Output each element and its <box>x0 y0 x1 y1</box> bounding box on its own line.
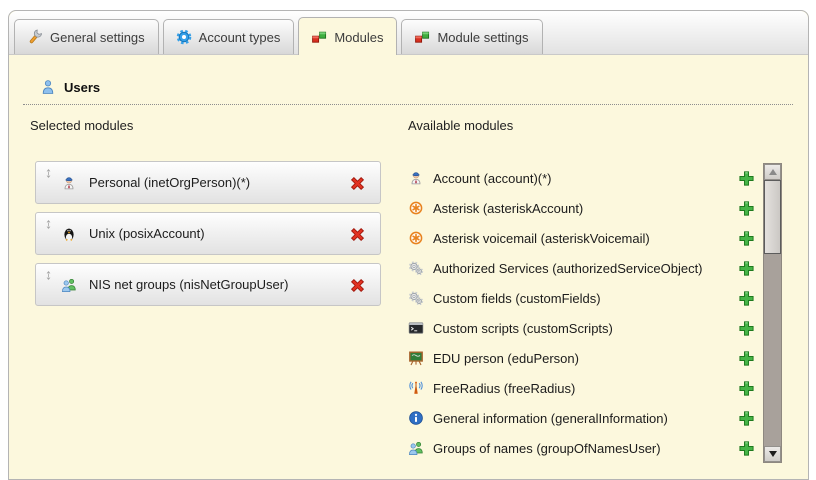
selected-module-item[interactable]: Personal (inetOrgPerson)(*) <box>35 161 381 204</box>
selected-module-item[interactable]: Unix (posixAccount) <box>35 212 381 255</box>
scroll-thumb[interactable] <box>764 180 781 254</box>
available-module-item: Asterisk (asteriskAccount) <box>408 193 755 223</box>
modules-tab-panel: Users Selected modules Available modules… <box>9 55 808 479</box>
users-section-heading: Users <box>23 79 793 105</box>
module-label: Asterisk (asteriskAccount) <box>433 201 583 216</box>
tab-label: Account types <box>199 30 281 45</box>
asterisk-icon <box>408 200 424 216</box>
scroll-up-icon <box>769 169 777 175</box>
module-label: Custom fields (customFields) <box>433 291 601 306</box>
available-module-item: Account (account)(*) <box>408 163 755 193</box>
selected-modules-label: Selected modules <box>30 118 133 133</box>
modules-icon <box>311 29 327 45</box>
drag-handle-icon[interactable] <box>43 269 54 287</box>
available-module-item: FreeRadius (freeRadius) <box>408 373 755 403</box>
remove-module-button[interactable] <box>349 226 366 243</box>
module-label: Authorized Services (authorizedServiceOb… <box>433 261 703 276</box>
tab-general-settings[interactable]: General settings <box>14 19 159 54</box>
add-module-button[interactable] <box>738 170 755 187</box>
drag-handle-icon[interactable] <box>43 218 54 236</box>
tab-label: Modules <box>334 30 383 45</box>
module-label: FreeRadius (freeRadius) <box>433 381 575 396</box>
gear-icon <box>176 29 192 45</box>
add-module-button[interactable] <box>738 440 755 457</box>
section-title: Users <box>64 80 100 95</box>
module-label: Custom scripts (customScripts) <box>433 321 613 336</box>
available-module-item: Custom fields (customFields) <box>408 283 755 313</box>
remove-module-button[interactable] <box>349 277 366 294</box>
tab-label: Module settings <box>437 30 528 45</box>
tab-bar: General settings Account types Modules Modu… <box>9 11 808 55</box>
module-label: Unix (posixAccount) <box>89 213 205 254</box>
antenna-icon <box>408 380 424 396</box>
tab-label: General settings <box>50 30 145 45</box>
gears-icon <box>408 260 424 276</box>
group-icon <box>61 277 77 293</box>
module-label: Asterisk voicemail (asteriskVoicemail) <box>433 231 650 246</box>
available-modules-list: Account (account)(*) Asterisk (asteriskAc… <box>408 163 755 463</box>
scroll-down-icon <box>769 451 777 457</box>
drag-handle-icon[interactable] <box>43 167 54 185</box>
module-label: Account (account)(*) <box>433 171 552 186</box>
person-icon <box>408 170 424 186</box>
person-icon <box>61 175 77 191</box>
available-module-item: Groups of names (groupOfNamesUser) <box>408 433 755 463</box>
module-label: General information (generalInformation) <box>433 411 668 426</box>
scroll-up-button[interactable] <box>764 164 781 180</box>
selected-modules-list: Personal (inetOrgPerson)(*) Unix (posixAc… <box>35 161 381 314</box>
available-module-item: Asterisk voicemail (asteriskVoicemail) <box>408 223 755 253</box>
available-module-item: Custom scripts (customScripts) <box>408 313 755 343</box>
user-icon <box>40 79 56 95</box>
info-icon <box>408 410 424 426</box>
group-icon <box>408 440 424 456</box>
available-module-item: EDU person (eduPerson) <box>408 343 755 373</box>
terminal-icon <box>408 320 424 336</box>
module-label: Groups of names (groupOfNamesUser) <box>433 441 661 456</box>
module-label: Personal (inetOrgPerson)(*) <box>89 162 250 203</box>
add-module-button[interactable] <box>738 260 755 277</box>
gears-icon <box>408 290 424 306</box>
add-module-button[interactable] <box>738 200 755 217</box>
module-label: EDU person (eduPerson) <box>433 351 579 366</box>
available-module-item: Authorized Services (authorizedServiceOb… <box>408 253 755 283</box>
scroll-down-button[interactable] <box>764 446 781 462</box>
modules-icon <box>414 29 430 45</box>
add-module-button[interactable] <box>738 230 755 247</box>
remove-module-button[interactable] <box>349 175 366 192</box>
tab-account-types[interactable]: Account types <box>163 19 295 54</box>
selected-module-item[interactable]: NIS net groups (nisNetGroupUser) <box>35 263 381 306</box>
add-module-button[interactable] <box>738 410 755 427</box>
available-modules-label: Available modules <box>408 118 513 133</box>
blackboard-icon <box>408 350 424 366</box>
asterisk-icon <box>408 230 424 246</box>
add-module-button[interactable] <box>738 320 755 337</box>
wrench-icon <box>27 29 43 45</box>
add-module-button[interactable] <box>738 350 755 367</box>
tab-modules[interactable]: Modules <box>298 17 397 55</box>
module-label: NIS net groups (nisNetGroupUser) <box>89 264 288 305</box>
available-module-item: General information (generalInformation) <box>408 403 755 433</box>
settings-window: General settings Account types Modules Modu… <box>8 10 809 480</box>
add-module-button[interactable] <box>738 290 755 307</box>
tab-module-settings[interactable]: Module settings <box>401 19 542 54</box>
add-module-button[interactable] <box>738 380 755 397</box>
tux-icon <box>61 226 77 242</box>
available-modules-scrollbar[interactable] <box>763 163 782 463</box>
